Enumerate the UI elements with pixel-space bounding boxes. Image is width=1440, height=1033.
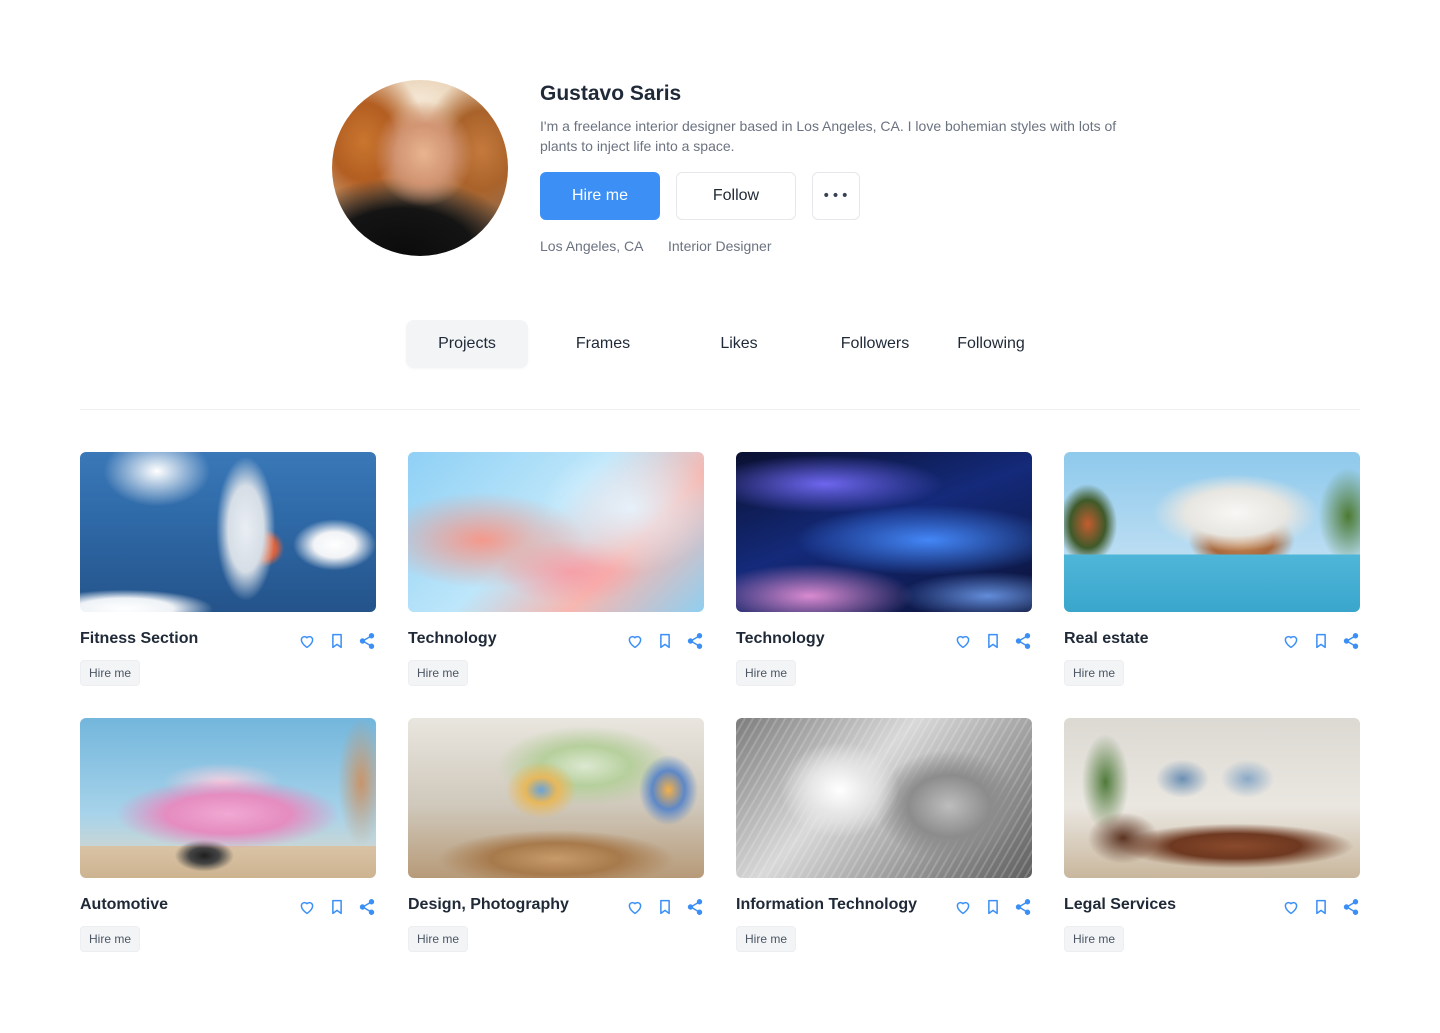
project-title: Technology	[408, 630, 497, 647]
share-icon[interactable]	[686, 632, 704, 650]
heart-icon[interactable]	[1282, 632, 1300, 650]
project-card[interactable]: Legal Services Hire me	[1064, 718, 1360, 958]
hire-me-tag[interactable]: Hire me	[1064, 660, 1125, 686]
heart-icon[interactable]	[626, 898, 644, 916]
hire-me-tag[interactable]: Hire me	[736, 660, 797, 686]
bookmark-icon[interactable]	[984, 632, 1002, 650]
tab-projects[interactable]: Projects	[406, 320, 528, 368]
project-thumbnail[interactable]	[408, 452, 704, 612]
project-title: Fitness Section	[80, 630, 199, 647]
avatar	[332, 80, 508, 256]
hire-me-tag[interactable]: Hire me	[80, 926, 141, 952]
bookmark-icon[interactable]	[656, 632, 674, 650]
heart-icon[interactable]	[626, 632, 644, 650]
project-card[interactable]: Fitness Section Hire me	[80, 452, 376, 692]
project-actions	[626, 632, 704, 650]
project-thumbnail[interactable]	[80, 452, 376, 612]
project-card[interactable]: Design, Photography Hire me	[408, 718, 704, 958]
project-card[interactable]: Real estate Hire me	[1064, 452, 1360, 692]
project-thumbnail[interactable]	[736, 452, 1032, 612]
profile-location: Los Angeles, CA	[540, 238, 644, 254]
tab-followers[interactable]: Followers	[814, 320, 936, 368]
bookmark-icon[interactable]	[1312, 632, 1330, 650]
profile-tabs: Projects Frames Likes Followers Followin…	[0, 320, 1440, 368]
profile-role: Interior Designer	[668, 238, 772, 254]
heart-icon[interactable]	[954, 898, 972, 916]
project-title: Real estate	[1064, 630, 1149, 647]
project-title: Design, Photography	[408, 896, 569, 913]
tab-following[interactable]: Following	[950, 320, 1032, 368]
project-actions	[298, 632, 376, 650]
follow-button[interactable]: Follow	[676, 172, 796, 220]
more-dots-icon: •••	[822, 188, 850, 204]
bookmark-icon[interactable]	[984, 898, 1002, 916]
project-thumbnail[interactable]	[80, 718, 376, 878]
tab-frames[interactable]: Frames	[542, 320, 664, 368]
project-thumbnail[interactable]	[1064, 452, 1360, 612]
tab-likes[interactable]: Likes	[678, 320, 800, 368]
project-actions	[954, 632, 1032, 650]
share-icon[interactable]	[358, 632, 376, 650]
project-title: Information Technology	[736, 896, 918, 913]
share-icon[interactable]	[1342, 898, 1360, 916]
share-icon[interactable]	[686, 898, 704, 916]
heart-icon[interactable]	[298, 898, 316, 916]
share-icon[interactable]	[1014, 632, 1032, 650]
project-thumbnail[interactable]	[736, 718, 1032, 878]
project-card[interactable]: Information Technology Hire me	[736, 718, 1032, 958]
profile-bio: I'm a freelance interior designer based …	[540, 118, 1117, 154]
heart-icon[interactable]	[954, 632, 972, 650]
project-thumbnail[interactable]	[1064, 718, 1360, 878]
profile-name: Gustavo Saris	[540, 82, 682, 105]
project-actions	[298, 898, 376, 916]
project-title: Technology	[736, 630, 825, 647]
share-icon[interactable]	[358, 898, 376, 916]
share-icon[interactable]	[1014, 898, 1032, 916]
bookmark-icon[interactable]	[1312, 898, 1330, 916]
project-actions	[954, 898, 1032, 916]
project-title: Legal Services	[1064, 896, 1177, 913]
hire-me-button[interactable]: Hire me	[540, 172, 660, 220]
project-card[interactable]: Technology Hire me	[408, 452, 704, 692]
heart-icon[interactable]	[1282, 898, 1300, 916]
hire-me-tag[interactable]: Hire me	[80, 660, 141, 686]
bookmark-icon[interactable]	[656, 898, 674, 916]
project-card[interactable]: Automotive Hire me	[80, 718, 376, 958]
hire-me-tag[interactable]: Hire me	[408, 926, 469, 952]
bookmark-icon[interactable]	[328, 632, 346, 650]
bookmark-icon[interactable]	[328, 898, 346, 916]
project-title: Automotive	[80, 896, 168, 913]
project-actions	[626, 898, 704, 916]
hire-me-tag[interactable]: Hire me	[1064, 926, 1125, 952]
share-icon[interactable]	[1342, 632, 1360, 650]
hire-me-tag[interactable]: Hire me	[408, 660, 469, 686]
project-actions	[1282, 898, 1360, 916]
hire-me-tag[interactable]: Hire me	[736, 926, 797, 952]
more-options-button[interactable]: •••	[812, 172, 860, 220]
project-card[interactable]: Technology Hire me	[736, 452, 1032, 692]
section-divider	[80, 409, 1360, 410]
project-thumbnail[interactable]	[408, 718, 704, 878]
project-actions	[1282, 632, 1360, 650]
heart-icon[interactable]	[298, 632, 316, 650]
